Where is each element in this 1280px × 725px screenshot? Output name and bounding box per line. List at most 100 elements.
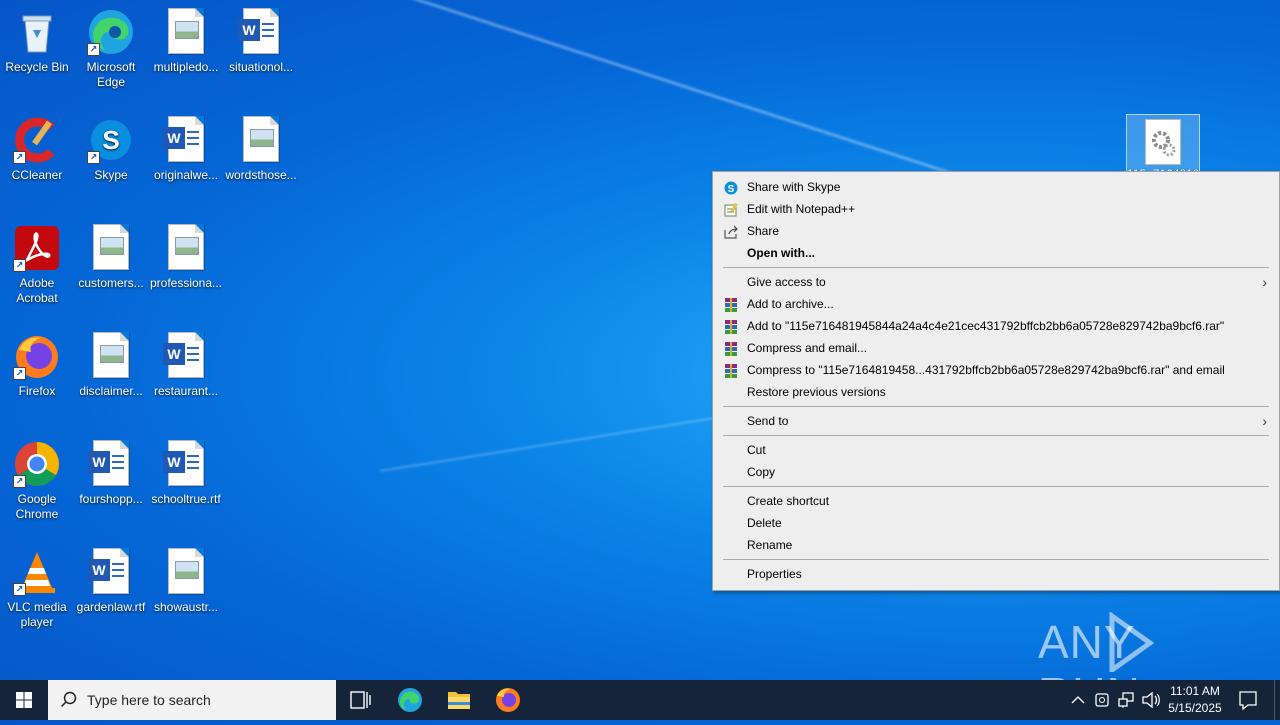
menu-separator (723, 435, 1269, 436)
menu-item-compress-and-email[interactable]: Compress and email... (713, 337, 1279, 359)
menu-item-share-with-skype[interactable]: S Share with Skype (713, 176, 1279, 198)
menu-item-rename[interactable]: Rename (713, 534, 1279, 556)
desktop-icon-file[interactable]: customers... (74, 218, 148, 291)
firefox-icon (496, 688, 520, 712)
desktop-icon-recycle-bin[interactable]: Recycle Bin (0, 2, 74, 75)
chrome-icon: ↗ (13, 440, 61, 488)
word-document-icon: W (87, 440, 135, 488)
desktop-icon-label: Recycle Bin (5, 60, 69, 74)
menu-item-label: Create shortcut (747, 494, 830, 508)
folder-icon (448, 692, 470, 709)
menu-item-give-access-to[interactable]: Give access to › (713, 271, 1279, 293)
desktop-icon-file[interactable]: wordsthose... (224, 110, 298, 183)
desktop-icon-file[interactable]: disclaimer... (74, 326, 148, 399)
desktop-icon-file[interactable]: showaustr... (149, 542, 223, 615)
menu-item-delete[interactable]: Delete (713, 512, 1279, 534)
menu-separator (723, 486, 1269, 487)
skype-icon: S ↗ (87, 116, 135, 164)
shortcut-arrow-icon: ↗ (13, 475, 26, 488)
menu-item-open-with[interactable]: Open with... (713, 242, 1279, 264)
taskbar-clock[interactable]: 11:01 AM 5/15/2025 (1162, 683, 1228, 717)
menu-item-compress-to-rar-and-email[interactable]: Compress to "115e7164819458...431792bffc… (713, 359, 1279, 381)
taskbar-firefox-button[interactable] (484, 680, 532, 720)
menu-item-label: Open with... (747, 246, 815, 260)
desktop-icon-firefox[interactable]: ↗ Firefox (0, 326, 74, 399)
desktop-icon-file[interactable]: W restaurant... (149, 326, 223, 399)
menu-item-label: Add to "115e716481945844a24a4c4e21cec431… (747, 319, 1225, 333)
task-view-button[interactable] (336, 680, 384, 720)
desktop-icon-label: wordsthose... (225, 168, 297, 182)
volume-button[interactable] (1140, 680, 1162, 720)
recycle-bin-icon (13, 8, 61, 56)
skype-icon: S (724, 180, 739, 195)
word-document-icon: W (162, 440, 210, 488)
desktop-icon-adobe-acrobat[interactable]: ↗ Adobe Acrobat (0, 218, 74, 306)
start-button[interactable] (0, 680, 48, 720)
menu-item-label: Rename (747, 538, 793, 552)
winrar-icon (724, 341, 739, 356)
desktop-icon-vlc-media-player[interactable]: ↗ VLC media player (0, 542, 74, 630)
shortcut-arrow-icon: ↗ (13, 151, 26, 164)
menu-item-add-to-archive[interactable]: Add to archive... (713, 293, 1279, 315)
image-file-icon (237, 116, 285, 164)
menu-item-copy[interactable]: Copy (713, 461, 1279, 483)
network-icon (1118, 692, 1134, 708)
desktop-icon-label: Skype (94, 168, 128, 182)
menu-item-label: Restore previous versions (747, 385, 886, 399)
shortcut-arrow-icon: ↗ (87, 151, 100, 164)
desktop-icon-file[interactable]: W fourshopp... (74, 434, 148, 507)
action-center-button[interactable] (1228, 680, 1268, 720)
network-button[interactable] (1116, 680, 1136, 720)
menu-item-label: Edit with Notepad++ (747, 202, 856, 216)
show-hidden-icons-button[interactable] (1068, 680, 1088, 720)
menu-item-label: Compress and email... (747, 341, 868, 355)
chevron-right-icon: › (1262, 413, 1267, 429)
menu-item-label: Copy (747, 465, 776, 479)
edge-icon (398, 688, 422, 712)
menu-item-label: Share with Skype (747, 180, 841, 194)
task-view-icon (350, 691, 371, 709)
desktop-icon-label: originalwe... (153, 168, 219, 182)
taskbar-search-box[interactable]: Type here to search (48, 680, 336, 720)
image-file-icon (87, 224, 135, 272)
image-file-icon (162, 548, 210, 596)
menu-item-send-to[interactable]: Send to › (713, 410, 1279, 432)
menu-item-add-to-rar[interactable]: Add to "115e716481945844a24a4c4e21cec431… (713, 315, 1279, 337)
show-desktop-button[interactable] (1274, 680, 1280, 720)
menu-item-label: Share (747, 224, 780, 238)
ccleaner-icon: ↗ (13, 116, 61, 164)
menu-separator (723, 559, 1269, 560)
desktop-icon-label: multipledo... (153, 60, 219, 74)
desktop-icon-microsoft-edge[interactable]: ↗ Microsoft Edge (74, 2, 148, 90)
desktop-icon-selected-file[interactable]: 115e7164819... (1126, 114, 1200, 176)
menu-item-cut[interactable]: Cut (713, 439, 1279, 461)
desktop-icon-file[interactable]: W gardenlaw.rtf (74, 542, 148, 615)
clock-date: 5/15/2025 (1168, 701, 1222, 715)
menu-item-edit-with-notepad[interactable]: Edit with Notepad++ (713, 198, 1279, 220)
menu-item-properties[interactable]: Properties (713, 563, 1279, 585)
menu-item-create-shortcut[interactable]: Create shortcut (713, 490, 1279, 512)
desktop-icon-file[interactable]: W situationol... (224, 2, 298, 75)
desktop-icon-ccleaner[interactable]: ↗ CCleaner (0, 110, 74, 183)
tray-device-icon (1095, 693, 1109, 707)
desktop-icon-google-chrome[interactable]: ↗ Google Chrome (0, 434, 74, 522)
desktop-icon-label: professiona... (149, 276, 223, 290)
shortcut-arrow-icon: ↗ (13, 583, 26, 596)
desktop-icon-skype[interactable]: S ↗ Skype (74, 110, 148, 183)
menu-separator (723, 406, 1269, 407)
tray-status-button[interactable] (1092, 680, 1112, 720)
menu-item-restore-previous-versions[interactable]: Restore previous versions (713, 381, 1279, 403)
taskbar-file-explorer-button[interactable] (435, 680, 483, 720)
desktop-icon-file[interactable]: W schooltrue.rtf (149, 434, 223, 507)
desktop-icon-label: CCleaner (11, 168, 63, 182)
taskbar-edge-button[interactable] (386, 680, 434, 720)
word-document-icon: W (237, 8, 285, 56)
menu-item-label: Compress to "115e7164819458...431792bffc… (747, 363, 1225, 377)
desktop-icon-file[interactable]: multipledo... (149, 2, 223, 75)
desktop-icon-file[interactable]: professiona... (149, 218, 223, 291)
menu-item-label: Properties (747, 567, 802, 581)
desktop-icon-label: fourshopp... (79, 492, 143, 506)
svg-text:S: S (102, 125, 119, 155)
menu-item-share[interactable]: Share (713, 220, 1279, 242)
desktop-icon-file[interactable]: W originalwe... (149, 110, 223, 183)
